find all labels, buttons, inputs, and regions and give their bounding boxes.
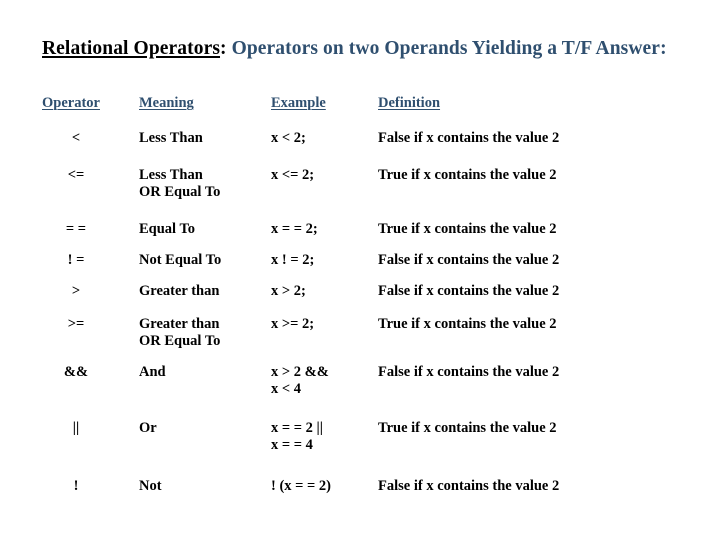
cell-operator: <	[71, 130, 81, 146]
cell-definition: True if x contains the value 2	[378, 420, 557, 436]
page-title-colon: :	[220, 38, 227, 59]
table-row: < Less Than x < 2; False if x contains the …	[42, 116, 692, 147]
cell-example: ! (x = = 2)	[271, 478, 332, 494]
table-body: < Less Than x < 2; False if x contains the …	[42, 116, 692, 495]
cell-definition: False if x contains the value 2	[378, 478, 560, 494]
cell-definition: True if x contains the value 2	[378, 167, 557, 183]
table-row: = = Equal To x = = 2; True if x contains th…	[42, 201, 692, 238]
cell-meaning: Equal To	[139, 221, 196, 237]
cell-example: x <= 2;	[271, 167, 315, 183]
cell-definition: True if x contains the value 2	[378, 316, 557, 332]
slide-canvas: Relational Operators: Operators on two O…	[0, 0, 720, 540]
table-row: ! = Not Equal To x ! = 2; False if x contai…	[42, 238, 692, 269]
cell-operator: = =	[65, 221, 87, 237]
column-header-operator: Operator	[42, 95, 100, 111]
page-title: Relational Operators: Operators on two O…	[42, 38, 682, 59]
table-row: && And x > 2 && x < 4 False if x contains t…	[42, 350, 692, 398]
cell-operator: ! =	[67, 252, 85, 268]
table-row: <= Less Than OR Equal To x <= 2; True if x …	[42, 147, 692, 201]
cell-operator: >	[71, 283, 81, 299]
cell-meaning: Not	[139, 478, 162, 494]
cell-example: x >= 2;	[271, 316, 315, 332]
table-header-row: Operator Meaning Example Definition	[42, 95, 692, 116]
cell-definition: True if x contains the value 2	[378, 221, 557, 237]
cell-operator: >=	[67, 316, 85, 332]
relational-operators-table: Operator Meaning Example Definition < Les…	[42, 95, 692, 495]
cell-meaning: Greater than	[139, 283, 220, 299]
cell-example: x < 2;	[271, 130, 306, 146]
cell-definition: False if x contains the value 2	[378, 364, 560, 380]
cell-operator: &&	[63, 364, 89, 380]
cell-example: x ! = 2;	[271, 252, 315, 268]
cell-meaning: Greater than OR Equal To	[139, 316, 221, 349]
cell-meaning: Less Than OR Equal To	[139, 167, 221, 200]
column-header-example: Example	[271, 95, 326, 111]
column-header-definition: Definition	[378, 95, 441, 111]
page-title-lead: Relational Operators	[42, 38, 221, 59]
cell-definition: False if x contains the value 2	[378, 283, 560, 299]
table-row: > Greater than x > 2; False if x contains t…	[42, 269, 692, 300]
cell-definition: False if x contains the value 2	[378, 130, 560, 146]
column-header-meaning: Meaning	[139, 95, 194, 111]
cell-operator: <=	[67, 167, 85, 183]
table-row: ! Not ! (x = = 2) False if x contains the v…	[42, 454, 692, 495]
table-row: || Or x = = 2 || x = = 4 True if x contains…	[42, 398, 692, 454]
cell-example: x > 2 && x < 4	[271, 364, 329, 397]
cell-example: x > 2;	[271, 283, 306, 299]
cell-meaning: Or	[139, 420, 157, 436]
cell-definition: False if x contains the value 2	[378, 252, 560, 268]
cell-example: x = = 2 || x = = 4	[271, 420, 323, 453]
cell-meaning: Less Than	[139, 130, 203, 146]
cell-operator: !	[73, 478, 79, 494]
cell-meaning: Not Equal To	[139, 252, 222, 268]
page-title-rest: Operators on two Operands Yielding a T/F…	[226, 38, 667, 59]
table-row: >= Greater than OR Equal To x >= 2; True if…	[42, 300, 692, 350]
cell-example: x = = 2;	[271, 221, 318, 237]
cell-operator: ||	[72, 420, 80, 436]
cell-meaning: And	[139, 364, 166, 380]
